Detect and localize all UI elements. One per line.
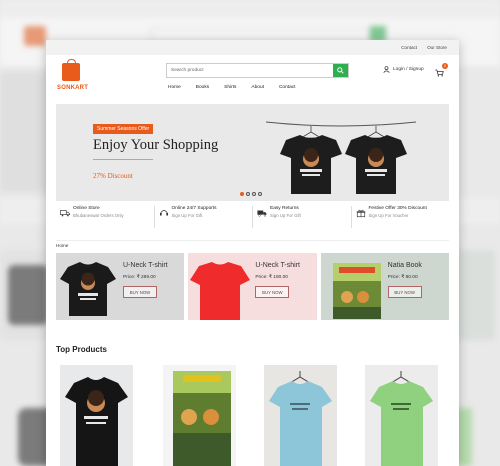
- features-strip: Online Store Bhubaneswar Orders Only Onli…: [56, 206, 449, 228]
- hero-banner[interactable]: Summer Seasons Offer Enjoy Your Shopping…: [56, 104, 449, 201]
- nav-books[interactable]: Books: [196, 85, 209, 90]
- search-input[interactable]: Search product: [167, 64, 333, 77]
- feature-festive-offer: Festive Offer 30% Discount Sign Up For Vo…: [352, 206, 450, 228]
- utility-link-contact[interactable]: Contact: [401, 45, 417, 50]
- top-products-grid: [60, 365, 440, 466]
- buy-now-button[interactable]: BUY NOW: [387, 286, 422, 298]
- nav-about[interactable]: About: [251, 85, 264, 90]
- feature-returns: Easy Returns Sign Up For Gift: [253, 206, 352, 228]
- category-card-black-tshirt[interactable]: U-Neck T-shirt Price: ₹ 289.00 BUY NOW: [56, 253, 185, 320]
- cart-icon: [435, 69, 444, 77]
- search-bar: Search product: [166, 63, 349, 78]
- top-products-title: Top Products: [56, 345, 107, 354]
- nav-home[interactable]: Home: [168, 85, 181, 90]
- product-card-blue-tshirt[interactable]: [264, 365, 337, 466]
- book-image: [173, 371, 231, 466]
- category-price: Price: ₹ 180.00: [255, 275, 288, 280]
- carousel-dot[interactable]: [252, 192, 256, 196]
- carousel-dot[interactable]: [240, 192, 244, 196]
- offer-tag: Summer Seasons Offer: [93, 124, 154, 134]
- login-signup-link[interactable]: Login / Signup: [383, 66, 424, 73]
- blue-tshirt-image: [269, 371, 332, 466]
- buy-now-button[interactable]: BUY NOW: [123, 286, 157, 298]
- banner-divider: [93, 159, 153, 160]
- login-signup-label: Login / Signup: [393, 67, 424, 72]
- category-name: Natia Book: [387, 262, 422, 269]
- black-tshirt-image: [65, 377, 128, 466]
- truck-icon: [60, 210, 70, 217]
- feature-support: Online 24/7 Supports Sign Up For Gift: [155, 206, 253, 228]
- category-price: Price: ₹ 289.00: [123, 275, 156, 280]
- utility-bar: Contact Our Store: [46, 40, 459, 55]
- category-card-natia-book[interactable]: Natia Book Price: ₹ 80.00 BUY NOW: [320, 253, 449, 320]
- product-card-black-tshirt[interactable]: [60, 365, 133, 466]
- user-icon: [383, 66, 390, 73]
- main-nav: Home Books Shirts About Contact: [168, 85, 296, 90]
- black-tshirt-image: [60, 262, 116, 316]
- hanging-tshirts-image: [265, 121, 417, 194]
- cart-count-badge: 0: [442, 63, 448, 69]
- category-price: Price: ₹ 80.00: [387, 275, 418, 280]
- red-tshirt-image: [190, 262, 251, 320]
- return-truck-icon: [257, 210, 267, 217]
- category-cards: U-Neck T-shirt Price: ₹ 289.00 BUY NOW U…: [56, 253, 449, 320]
- gift-icon: [356, 209, 365, 218]
- buy-now-button[interactable]: BUY NOW: [255, 286, 290, 298]
- product-card-green-tshirt[interactable]: [365, 365, 438, 466]
- category-card-red-tshirt[interactable]: U-Neck T-shirt Price: ₹ 180.00 BUY NOW: [188, 253, 317, 320]
- category-name: U-Neck T-shirt: [123, 262, 168, 269]
- storefront-window: Contact Our Store SONKART Search product…: [46, 40, 459, 466]
- utility-link-our-store[interactable]: Our Store: [427, 45, 447, 50]
- search-icon: [337, 67, 344, 74]
- book-image: [332, 263, 381, 319]
- brand-logo[interactable]: SONKART: [54, 59, 94, 93]
- nav-contact[interactable]: Contact: [279, 85, 296, 90]
- headset-icon: [159, 210, 168, 216]
- carousel-dot[interactable]: [246, 192, 250, 196]
- carousel-indicators: [240, 192, 262, 196]
- banner-title: Enjoy Your Shopping: [93, 137, 219, 153]
- carousel-dot[interactable]: [258, 192, 262, 196]
- search-button[interactable]: [333, 64, 348, 77]
- cart-button[interactable]: 0: [435, 63, 448, 82]
- green-tshirt-image: [370, 371, 433, 466]
- banner-discount: 27% Discount: [93, 172, 133, 180]
- nav-shirts[interactable]: Shirts: [224, 85, 236, 90]
- category-name: U-Neck T-shirt: [255, 262, 300, 269]
- product-card-book[interactable]: [163, 365, 236, 466]
- feature-online-store: Online Store Bhubaneswar Orders Only: [56, 206, 155, 228]
- breadcrumb[interactable]: Home: [56, 240, 449, 248]
